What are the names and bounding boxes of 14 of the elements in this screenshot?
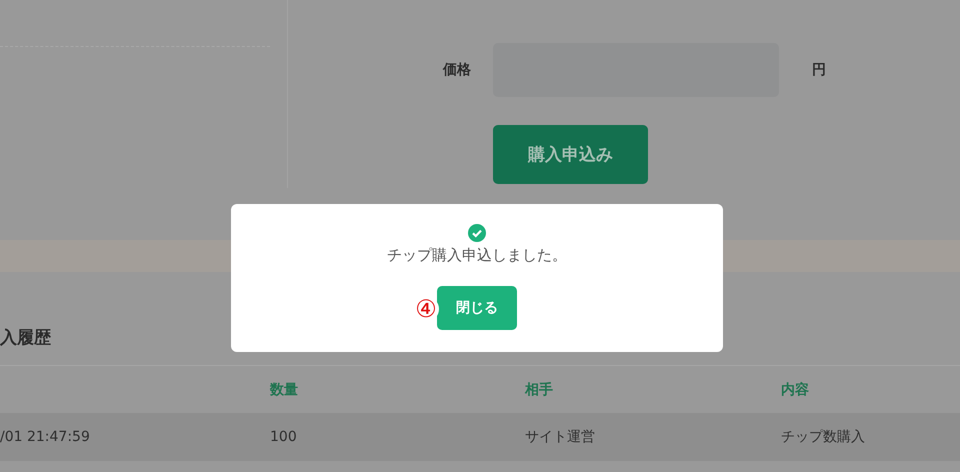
column-header: 相手 bbox=[525, 380, 554, 398]
table-cell-text: /01 21:47:59 bbox=[0, 429, 91, 445]
table-cell-text: チップ数購入 bbox=[781, 428, 866, 446]
check-icon bbox=[468, 224, 486, 242]
section-title: 入履歴 bbox=[0, 328, 51, 348]
apply-button[interactable]: 購入申込み bbox=[493, 125, 648, 184]
table-cell-text: 100 bbox=[270, 429, 298, 445]
table-cell-text: サイト運営 bbox=[525, 428, 596, 446]
dialog-message: チップ購入申込しました。 bbox=[387, 246, 567, 265]
column-header: 数量 bbox=[270, 380, 299, 398]
unit-label: 円 bbox=[812, 61, 826, 79]
column-header: 内容 bbox=[781, 380, 810, 398]
price-label: 価格 bbox=[442, 61, 472, 79]
close-button[interactable]: 閉じる bbox=[437, 286, 517, 330]
